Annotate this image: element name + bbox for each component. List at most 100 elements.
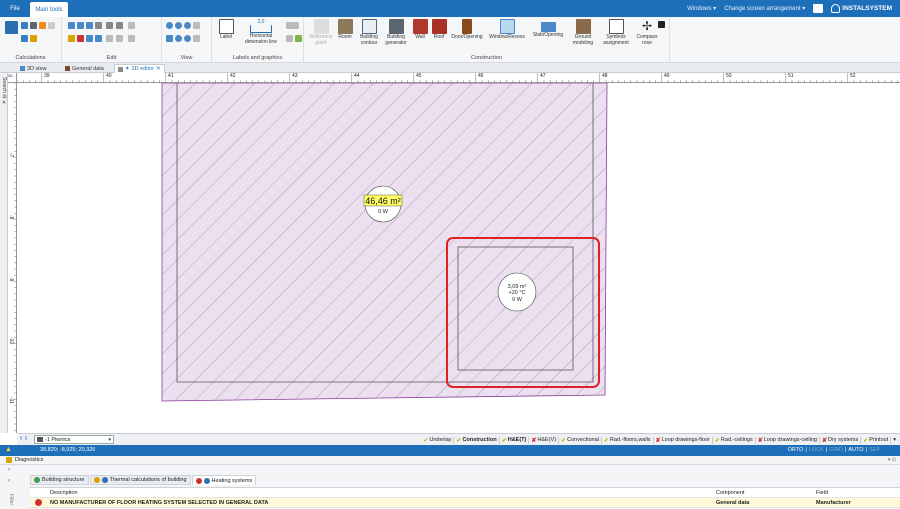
- pin-icon[interactable]: ▾ ⊡: [888, 457, 896, 463]
- floor-plan[interactable]: 46,46 m² 0 W 3,09 m² +20 °C 0 W: [17, 83, 900, 433]
- chevron-down-icon[interactable]: ▾: [891, 437, 898, 443]
- windows-menu[interactable]: Windows ▾: [687, 5, 716, 12]
- column-component[interactable]: Component: [716, 490, 744, 496]
- options-icon[interactable]: [48, 22, 55, 29]
- compass-rose-button[interactable]: ✢ Compass rose: [634, 19, 660, 53]
- layer-he-t[interactable]: ✔ H&E(T): [500, 436, 530, 444]
- print-icon[interactable]: [21, 35, 28, 42]
- drawing-canvas[interactable]: 46,46 m² 0 W 3,09 m² +20 °C 0 W: [17, 83, 900, 433]
- tab-building-structure[interactable]: Building structure: [30, 475, 89, 485]
- zoom-all-icon[interactable]: [166, 35, 173, 42]
- layer-convectional[interactable]: ✔ Convectional: [559, 436, 602, 444]
- align-icon[interactable]: [95, 22, 102, 29]
- tab-3d-view[interactable]: 3D view: [17, 64, 50, 73]
- move-icon[interactable]: [106, 35, 113, 42]
- roof-button[interactable]: Roof: [430, 19, 448, 53]
- text-style-icon[interactable]: [286, 22, 299, 29]
- cut-icon[interactable]: [68, 35, 75, 42]
- copy-icon[interactable]: [68, 22, 75, 29]
- wall-button[interactable]: Wall: [410, 19, 430, 53]
- reference-point-button[interactable]: Reference point: [306, 19, 336, 53]
- pan-icon[interactable]: [184, 35, 191, 42]
- zoom-previous-icon[interactable]: [175, 35, 182, 42]
- main-tools-tab[interactable]: Main tools: [30, 2, 68, 17]
- mirror-icon[interactable]: [106, 22, 113, 29]
- floor-select-value: -1 Piwnica: [45, 436, 71, 443]
- help-icon[interactable]: [813, 4, 824, 13]
- duplicate-icon[interactable]: [86, 22, 93, 29]
- nav-arrows-icon[interactable]: ⇧⇩: [19, 436, 28, 442]
- north-arrow-icon[interactable]: [658, 21, 665, 28]
- refresh-icon[interactable]: [193, 35, 200, 42]
- building-contour-button[interactable]: Building contour: [356, 19, 382, 53]
- label-button[interactable]: Label: [214, 19, 238, 53]
- error-icon: [195, 477, 202, 484]
- side-strip: Search ⊟ ✕: [0, 73, 8, 433]
- layer-construction[interactable]: ✔ Construction: [454, 436, 500, 444]
- layer-underlay[interactable]: ✔ Underlay: [421, 436, 455, 444]
- layer-rad-floors-walls[interactable]: ✔ Rad.-floors,walls: [602, 436, 654, 444]
- export-icon[interactable]: [30, 35, 37, 42]
- undo-icon[interactable]: [86, 35, 93, 42]
- results-icon[interactable]: [21, 22, 28, 29]
- door-opening-button[interactable]: Door/Opening: [448, 19, 486, 53]
- mode-lock[interactable]: LOCK: [809, 447, 824, 453]
- file-tab[interactable]: File: [0, 0, 30, 17]
- v-ruler-label: -8: [8, 215, 14, 220]
- mode-grid[interactable]: GRID: [829, 447, 843, 453]
- editor-icon: [118, 66, 123, 72]
- delete-icon[interactable]: [77, 35, 84, 42]
- rotate-icon[interactable]: [116, 22, 123, 29]
- diagnostics-panel: Diagnostics ▾ ⊡ › ‹ Filter Building stru…: [0, 456, 900, 509]
- slab-opening-button[interactable]: Slab/Opening: [528, 19, 568, 53]
- warning-small-icon: [93, 477, 100, 483]
- mode-auto[interactable]: AUTO: [848, 447, 863, 453]
- column-description[interactable]: Description: [50, 490, 78, 496]
- zoom-out-icon[interactable]: [175, 22, 182, 29]
- zoom-window-icon[interactable]: [184, 22, 191, 29]
- array-icon[interactable]: [128, 35, 135, 42]
- layer-he-v[interactable]: ✘ H&E(V): [529, 436, 560, 444]
- search-panel-toggle[interactable]: Search ⊟ ✕: [1, 77, 7, 106]
- redo-icon[interactable]: [95, 35, 102, 42]
- warning-icon[interactable]: [39, 22, 46, 29]
- room-small-temp: +20 °C: [508, 290, 525, 296]
- layer-loop-floor[interactable]: ✘ Loop drawings-floor: [654, 436, 713, 444]
- tab-thermal-calculations[interactable]: Thermal calculations of building: [89, 475, 191, 485]
- expand-icon[interactable]: ›: [8, 467, 10, 473]
- tab-2d-editor[interactable]: ✦ 2D editor ✕: [114, 64, 165, 73]
- graphics-icon[interactable]: [286, 35, 293, 42]
- layer-rad-ceilings[interactable]: ✔ Rad.-ceilings: [713, 436, 756, 444]
- floor-select[interactable]: -1 Piwnica ▾: [34, 435, 114, 444]
- report-icon[interactable]: [30, 22, 37, 29]
- document-tabs: 3D view General data ✦ 2D editor ✕: [0, 63, 900, 73]
- collapse-icon[interactable]: ‹: [8, 478, 10, 484]
- table-row[interactable]: NO MANUFACTURER OF FLOOR HEATING SYSTEM …: [30, 498, 900, 508]
- brand-mark-icon: [831, 4, 841, 13]
- window-recess-button[interactable]: Window/Recess: [486, 19, 528, 53]
- room-button[interactable]: Room: [334, 19, 356, 53]
- scale-icon[interactable]: [116, 35, 123, 42]
- building-generator-button[interactable]: Building generator: [382, 19, 410, 53]
- layer-dry-systems[interactable]: ✘ Dry systems: [820, 436, 862, 444]
- zoom-in-icon[interactable]: [166, 22, 173, 29]
- ground-modeling-button[interactable]: Ground modeling: [568, 19, 598, 53]
- tab-general-data[interactable]: General data: [62, 64, 107, 73]
- tab-heating-systems[interactable]: Heating systems: [191, 475, 257, 485]
- layer-loop-ceiling[interactable]: ✘ Loop drawings-ceiling: [756, 436, 820, 444]
- calculate-icon[interactable]: [5, 21, 18, 34]
- horizontal-dimension-button[interactable]: 2,0 Horizontal dimension line: [240, 19, 282, 53]
- paste-icon[interactable]: [77, 22, 84, 29]
- mode-sep[interactable]: SEP: [869, 447, 880, 453]
- symbols-assignment-button[interactable]: Symbols assignment: [598, 19, 634, 53]
- screen-arrangement-menu[interactable]: Change screen arrangement ▾: [724, 5, 805, 12]
- column-field[interactable]: Field: [816, 490, 828, 496]
- filters-label[interactable]: Filter: [8, 494, 14, 505]
- layer-printout[interactable]: ✔ Printout: [861, 436, 892, 444]
- color-icon[interactable]: [295, 35, 302, 42]
- mode-orto[interactable]: ORTO: [788, 447, 804, 453]
- warning-icon[interactable]: ▲: [5, 446, 12, 453]
- distribute-icon[interactable]: [128, 22, 135, 29]
- view-options-icon[interactable]: [193, 22, 200, 29]
- close-icon[interactable]: ✕: [156, 66, 161, 72]
